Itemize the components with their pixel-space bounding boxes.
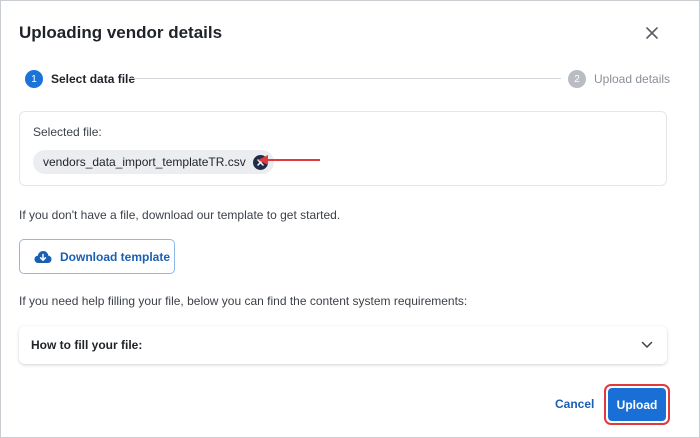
close-icon — [646, 27, 658, 39]
step-number-badge: 2 — [568, 70, 586, 88]
template-info-text: If you don't have a file, download our t… — [19, 208, 341, 222]
file-name: vendors_data_import_templateTR.csv — [43, 155, 246, 169]
selected-file-card: Selected file: vendors_data_import_templ… — [19, 111, 667, 186]
file-chip: vendors_data_import_templateTR.csv — [33, 150, 274, 174]
how-to-fill-accordion[interactable]: How to fill your file: — [19, 326, 667, 364]
cancel-button[interactable]: Cancel — [555, 397, 594, 411]
accordion-label: How to fill your file: — [31, 338, 143, 352]
download-template-label: Download template — [60, 249, 171, 264]
step-number-badge: 1 — [25, 70, 43, 88]
upload-vendor-dialog: Uploading vendor details 1 Select data f… — [0, 0, 700, 438]
step-label: Upload details — [594, 72, 671, 86]
annotation-arrow-icon — [258, 155, 320, 165]
dialog-title: Uploading vendor details — [19, 23, 223, 42]
chevron-down-icon — [641, 341, 653, 348]
close-button[interactable] — [642, 23, 662, 43]
step-label: Select data file — [51, 72, 136, 86]
step-upload-details: 2 Upload details — [568, 70, 670, 88]
stepper-connector — [129, 78, 561, 79]
cloud-download-icon — [34, 250, 52, 263]
selected-file-label: Selected file: — [33, 125, 102, 139]
upload-button[interactable]: Upload — [608, 388, 666, 421]
step-select-data-file: 1 Select data file — [25, 70, 135, 88]
download-template-button[interactable]: Download template — [19, 239, 175, 274]
help-info-text: If you need help filling your file, belo… — [19, 294, 468, 308]
